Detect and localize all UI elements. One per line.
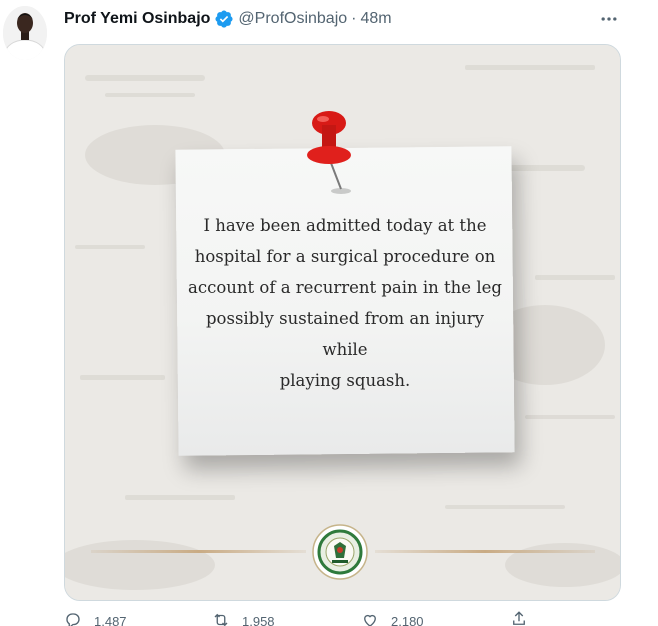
more-options-button[interactable]	[598, 8, 620, 30]
note-line: hospital for a surgical procedure on	[194, 247, 496, 266]
tweet-action-bar: 1,487 1,958 2,180	[64, 610, 624, 626]
profile-photo	[3, 6, 47, 60]
timestamp[interactable]: 48m	[360, 10, 391, 28]
reply-icon	[66, 612, 80, 626]
separator-dot: ·	[351, 10, 357, 27]
more-icon	[601, 17, 617, 21]
retweet-icon	[214, 613, 228, 626]
divider-right	[375, 550, 595, 553]
author-handle[interactable]: @ProfOsinbajo	[238, 10, 347, 28]
government-seal-icon	[312, 524, 368, 580]
like-button[interactable]: 2,180	[361, 610, 424, 626]
divider-left	[91, 550, 306, 553]
share-button[interactable]	[510, 610, 540, 626]
share-icon	[513, 611, 525, 625]
retweet-count: 1,958	[242, 614, 275, 626]
retweet-button[interactable]: 1,958	[212, 610, 275, 626]
tweet-media-image[interactable]: I have been admitted today at the hospit…	[64, 44, 621, 601]
tweet-header: Prof Yemi Osinbajo @ProfOsinbajo · 48m	[64, 8, 392, 30]
note-line: playing squash.	[279, 371, 411, 390]
author-name[interactable]: Prof Yemi Osinbajo	[64, 10, 210, 28]
reply-button[interactable]: 1,487	[64, 610, 127, 626]
note-line: I have been admitted today at the	[203, 216, 487, 235]
like-count: 2,180	[391, 614, 424, 626]
heart-icon	[364, 614, 376, 626]
avatar[interactable]	[3, 6, 47, 60]
note-line: possibly sustained from an injury while	[205, 309, 484, 359]
note-text: I have been admitted today at the hospit…	[185, 210, 505, 396]
push-pin-icon	[307, 111, 351, 194]
verified-badge-icon	[215, 10, 233, 28]
reply-count: 1,487	[94, 614, 127, 626]
note-line: account of a recurrent pain in the leg	[188, 278, 502, 297]
